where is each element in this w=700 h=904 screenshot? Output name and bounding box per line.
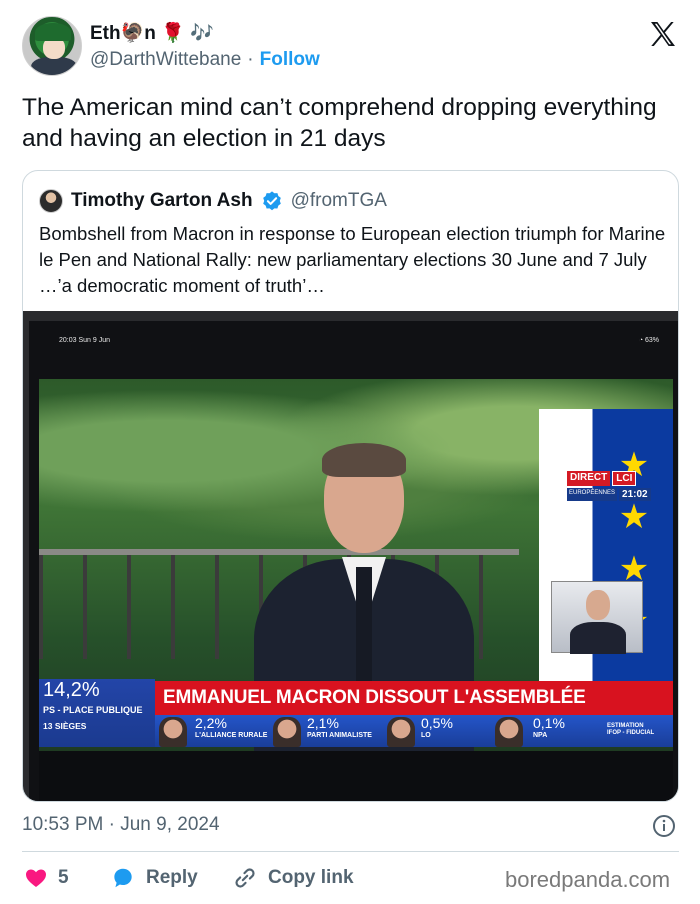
- quoted-tweet-header: Timothy Garton Ash @fromTGA: [39, 187, 387, 215]
- like-button[interactable]: 5: [24, 860, 69, 896]
- tweet-timestamp[interactable]: 10:53 PM · Jun 9, 2024: [22, 814, 220, 836]
- poll-source-line2: IFOP - FIDUCIAL: [607, 730, 655, 736]
- quoted-tweet-card[interactable]: Timothy Garton Ash @fromTGA Bombshell fr…: [22, 170, 679, 802]
- result-party: L'ALLIANCE RURALE: [195, 732, 268, 739]
- info-icon[interactable]: [652, 814, 676, 838]
- handle-separator: ·: [247, 49, 254, 70]
- tablet-bezel-bottom: [39, 751, 673, 801]
- channel-clock: 21:02: [619, 488, 651, 501]
- reply-label: Reply: [146, 867, 198, 888]
- poll-source-line1: ESTIMATION: [607, 723, 644, 729]
- result-item: 2,1% PARTI ANIMALISTE: [307, 715, 372, 747]
- news-headline: EMMANUEL MACRON DISSOUT L'ASSEMBLÉE NATI…: [155, 681, 673, 742]
- party-name: PS - PLACE PUBLIQUE: [43, 705, 143, 715]
- author-name-row[interactable]: Eth🦃n 🌹 🎶: [90, 20, 214, 46]
- reply-button[interactable]: Reply: [110, 860, 198, 896]
- candidate-photo: [273, 717, 301, 747]
- quoted-author-handle: @fromTGA: [290, 190, 387, 211]
- author-display-name[interactable]: Eth🦃n 🌹 🎶: [90, 21, 214, 45]
- link-icon: [235, 868, 255, 888]
- x-logo-icon[interactable]: [647, 18, 679, 50]
- watermark-text: boredpanda.com: [505, 867, 671, 892]
- inset-head: [586, 590, 610, 620]
- result-party: LO: [421, 732, 431, 739]
- tweet-header: Eth🦃n 🌹 🎶 @DarthWittebane · Follow: [22, 16, 682, 78]
- result-percent: 0,5%: [421, 715, 453, 731]
- avatar-body: [31, 57, 77, 75]
- speaker-hair: [322, 443, 406, 477]
- result-party: PARTI ANIMALISTE: [307, 732, 372, 739]
- candidate-photo: [159, 717, 187, 747]
- quoted-author-avatar: [39, 189, 63, 213]
- tablet-frame: 20:03 Sun 9 Jun ◔ 63% ★★★★ DIRECT: [29, 321, 678, 801]
- news-ticker: 14,2% PS - PLACE PUBLIQUE 13 SIÈGES EMMA…: [39, 659, 673, 751]
- result-percent: 0,1%: [533, 715, 565, 731]
- tablet-status-time: 20:03 Sun 9 Jun: [59, 337, 110, 344]
- channel-badge: DIRECT LCI EUROPÉENNES 21:02: [567, 471, 651, 511]
- party-seats: 13 SIÈGES: [43, 721, 87, 731]
- party-result-box: 14,2% PS - PLACE PUBLIQUE 13 SIÈGES: [39, 679, 155, 747]
- speech-bubble-icon: [114, 868, 132, 888]
- tv-screen: ★★★★ DIRECT LCI EUROPÉENNES 21:02: [39, 379, 673, 751]
- channel-logo: LCI: [612, 471, 637, 486]
- author-avatar[interactable]: [22, 16, 82, 76]
- results-bar: 2,2% L'ALLIANCE RURALE 2,1% PARTI ANIMAL…: [155, 715, 673, 747]
- result-percent: 2,1%: [307, 715, 339, 731]
- copy-link-label: Copy link: [268, 867, 354, 888]
- result-item: 0,1% NPA: [533, 715, 565, 747]
- like-count: 5: [58, 867, 69, 888]
- result-party: NPA: [533, 732, 548, 739]
- inset-video: [551, 581, 643, 654]
- result-percent: 2,2%: [195, 715, 227, 731]
- result-item: 0,5% LO: [421, 715, 453, 747]
- inset-body: [570, 622, 626, 654]
- heart-icon: [26, 869, 46, 887]
- quoted-tweet-media[interactable]: 20:03 Sun 9 Jun ◔ 63% ★★★★ DIRECT: [23, 311, 678, 801]
- tablet-status-bar: 20:03 Sun 9 Jun ◔ 63%: [59, 337, 659, 351]
- candidate-photo: [387, 717, 415, 747]
- tweet-text: The American mind can’t comprehend dropp…: [22, 94, 657, 152]
- party-percent: 14,2%: [43, 679, 100, 701]
- quoted-author-name: Timothy Garton Ash: [71, 190, 253, 211]
- verified-badge-icon: [262, 191, 281, 211]
- live-label: DIRECT: [567, 471, 611, 486]
- author-handle-row: @DarthWittebane · Follow: [90, 47, 320, 73]
- candidate-photo: [495, 717, 523, 747]
- poll-source: ESTIMATION IFOP - FIDUCIAL: [607, 723, 654, 737]
- tablet-battery: ◔ 63%: [638, 337, 659, 344]
- avatar-hat: [35, 23, 71, 41]
- result-item: 2,2% L'ALLIANCE RURALE: [195, 715, 267, 747]
- divider: [22, 851, 679, 852]
- channel-subtitle: EUROPÉENNES: [567, 488, 618, 501]
- copy-link-button[interactable]: Copy link: [232, 860, 354, 896]
- quoted-tweet-text: Bombshell from Macron in response to Eur…: [39, 223, 666, 296]
- follow-button[interactable]: Follow: [260, 49, 320, 71]
- author-handle[interactable]: @DarthWittebane: [90, 49, 241, 71]
